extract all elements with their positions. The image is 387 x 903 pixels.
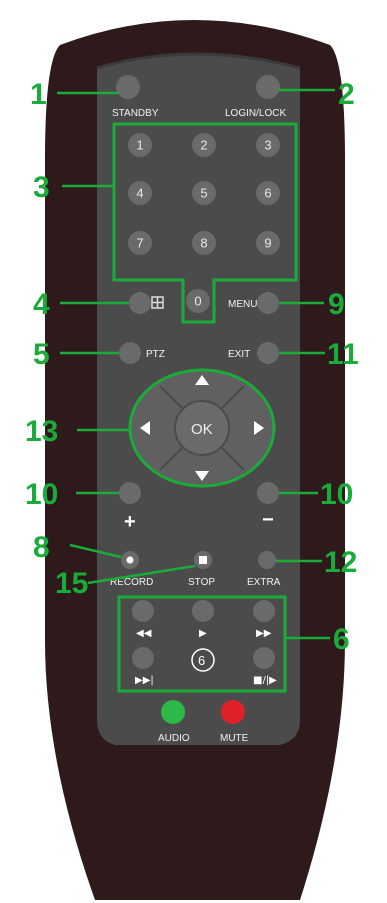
numpad-key-label: 8 [200,236,207,251]
volume-up-button[interactable] [119,482,141,504]
ptz-button[interactable] [119,342,141,364]
audio-label: AUDIO [158,733,190,744]
fast-forward-icon: ▶▶ [256,628,272,639]
mute-label: MUTE [220,733,249,744]
stop-step-icon: ■/|▶ [253,675,277,686]
standby-label: STANDBY [112,108,159,119]
numpad-key-label: 2 [200,138,207,153]
numpad-key-label: 6 [264,186,271,201]
callout-4: 4 [33,288,50,321]
numpad-key-label: 1 [136,138,143,153]
step-button[interactable] [253,647,275,669]
numpad-key-label: 0 [194,294,201,309]
callout-11: 11 [327,338,359,371]
record-icon [126,556,134,564]
skip-icon: ▶▶| [135,675,154,686]
callout-9: 9 [328,288,345,321]
callout-5: 5 [33,338,50,371]
ok-label: OK [191,421,213,438]
mute-button[interactable] [221,700,245,724]
callout-13: 13 [25,415,58,448]
login-lock-label: LOGIN/LOCK [225,108,286,119]
plus-label: + [124,511,136,533]
menu-label: MENU [228,299,257,310]
audio-button[interactable] [161,700,185,724]
play-icon: ▶ [199,628,207,639]
multiscreen-button[interactable] [129,292,151,314]
callout-1: 1 [30,78,47,111]
menu-button[interactable] [257,292,279,314]
callout-10-left: 10 [25,478,58,511]
callout-8: 8 [33,531,50,564]
login-lock-button[interactable] [256,75,280,99]
fast-forward-button[interactable] [253,600,275,622]
remote-diagram: STANDBY LOGIN/LOCK 1 2 34 5 67 8 90 MENU PTZ E… [25,20,359,900]
exit-label: EXIT [228,349,250,360]
callout-10-right: 10 [320,478,353,511]
volume-down-button[interactable] [257,482,279,504]
standby-button[interactable] [116,75,140,99]
callout-12: 12 [324,546,357,579]
playback-number: 6 [198,653,205,668]
next-button[interactable] [132,647,154,669]
callout-2: 2 [338,78,355,111]
numpad-key-label: 7 [136,236,143,251]
rewind-button[interactable] [132,600,154,622]
stop-label: STOP [188,577,215,588]
callout-6: 6 [333,623,350,656]
rewind-icon: ◀◀ [136,628,152,639]
extra-label: EXTRA [247,577,281,588]
extra-button[interactable] [258,551,276,569]
callout-15: 15 [55,567,88,600]
callout-3: 3 [33,171,50,204]
numpad-key-label: 9 [264,236,271,251]
ptz-label: PTZ [146,349,165,360]
numpad-key-label: 3 [264,138,271,153]
numpad-key-label: 4 [136,186,143,201]
numpad-key-label: 5 [200,186,207,201]
minus-label: − [262,509,274,531]
exit-button[interactable] [257,342,279,364]
stop-icon [199,556,207,564]
play-button[interactable] [192,600,214,622]
